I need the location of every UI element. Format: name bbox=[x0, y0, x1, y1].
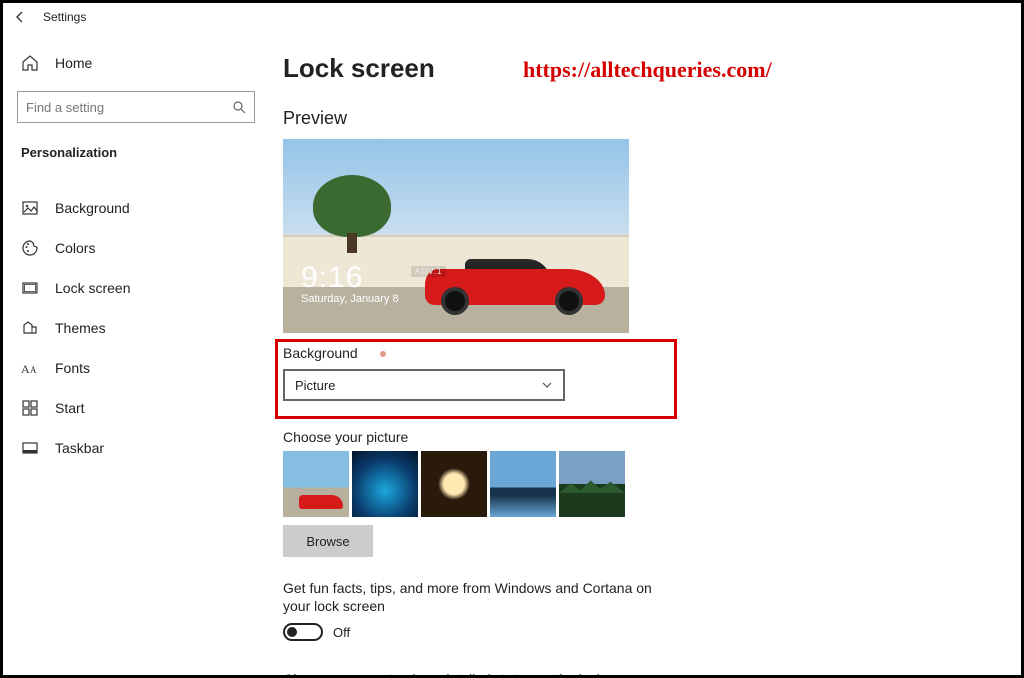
picture-thumbnail[interactable] bbox=[352, 451, 418, 517]
fun-facts-toggle[interactable] bbox=[283, 623, 323, 641]
preview-label: Preview bbox=[283, 108, 1021, 129]
lockscreen-preview: ADV.1 9:16 Saturday, January 8 bbox=[283, 139, 629, 333]
sidebar-item-label: Taskbar bbox=[55, 440, 104, 456]
nav: Background Colors Lock screen bbox=[17, 190, 255, 466]
sidebar-item-label: Fonts bbox=[55, 360, 90, 376]
preview-tree bbox=[313, 175, 391, 253]
picture-thumbnail[interactable] bbox=[559, 451, 625, 517]
fonts-icon: AA bbox=[21, 359, 39, 377]
sidebar-item-label: Themes bbox=[55, 320, 106, 336]
chevron-down-icon bbox=[541, 379, 553, 391]
home-icon bbox=[21, 54, 39, 72]
sidebar-item-background[interactable]: Background bbox=[17, 190, 255, 226]
sidebar-item-colors[interactable]: Colors bbox=[17, 230, 255, 266]
choose-picture-label: Choose your picture bbox=[283, 429, 1021, 445]
settings-window: Settings Home Personalization bbox=[0, 0, 1024, 678]
fun-facts-toggle-state: Off bbox=[333, 625, 350, 640]
search-box[interactable] bbox=[17, 91, 255, 123]
search-icon bbox=[232, 100, 246, 114]
preview-clock: 9:16 Saturday, January 8 bbox=[301, 261, 399, 305]
background-label: Background bbox=[283, 345, 358, 361]
thumbnail-row bbox=[283, 451, 1021, 517]
sidebar-item-themes[interactable]: Themes bbox=[17, 310, 255, 346]
search-input[interactable] bbox=[26, 100, 232, 115]
annotation-dot bbox=[380, 351, 386, 357]
back-icon[interactable] bbox=[13, 10, 29, 24]
fun-facts-toggle-row: Off bbox=[283, 623, 1021, 641]
taskbar-icon bbox=[21, 439, 39, 457]
overlay-url: https://alltechqueries.com/ bbox=[523, 57, 772, 83]
lockscreen-icon bbox=[21, 279, 39, 297]
preview-time: 9:16 bbox=[301, 261, 399, 295]
browse-button[interactable]: Browse bbox=[283, 525, 373, 557]
sidebar-item-home[interactable]: Home bbox=[17, 43, 255, 83]
sidebar-item-label: Start bbox=[55, 400, 85, 416]
background-dropdown[interactable]: Picture bbox=[283, 369, 565, 401]
body: Home Personalization Background bbox=[3, 31, 1021, 675]
titlebar: Settings bbox=[3, 3, 1021, 31]
sidebar-item-fonts[interactable]: AA Fonts bbox=[17, 350, 255, 386]
preview-car bbox=[425, 255, 605, 315]
sidebar-item-label: Colors bbox=[55, 240, 95, 256]
sidebar-section-label: Personalization bbox=[17, 145, 255, 160]
sidebar-item-label: Lock screen bbox=[55, 280, 130, 296]
status-app-label: Choose one app to show detailed status o… bbox=[283, 671, 663, 675]
sidebar-item-taskbar[interactable]: Taskbar bbox=[17, 430, 255, 466]
picture-icon bbox=[21, 199, 39, 217]
sidebar-item-label: Background bbox=[55, 200, 130, 216]
background-dropdown-value: Picture bbox=[295, 378, 335, 393]
sidebar: Home Personalization Background bbox=[3, 31, 263, 675]
preview-badge: ADV.1 bbox=[411, 266, 446, 277]
svg-text:A: A bbox=[21, 362, 30, 375]
start-icon bbox=[21, 399, 39, 417]
background-section: Background Picture bbox=[283, 345, 685, 401]
picture-thumbnail[interactable] bbox=[490, 451, 556, 517]
themes-icon bbox=[21, 319, 39, 337]
svg-text:A: A bbox=[30, 365, 37, 375]
app-title: Settings bbox=[43, 10, 86, 24]
sidebar-item-start[interactable]: Start bbox=[17, 390, 255, 426]
preview-date: Saturday, January 8 bbox=[301, 293, 399, 305]
sidebar-home-label: Home bbox=[55, 55, 92, 71]
picture-thumbnail[interactable] bbox=[283, 451, 349, 517]
picture-thumbnail[interactable] bbox=[421, 451, 487, 517]
fun-facts-label: Get fun facts, tips, and more from Windo… bbox=[283, 579, 663, 615]
sidebar-item-lockscreen[interactable]: Lock screen bbox=[17, 270, 255, 306]
main-content: Lock screen https://alltechqueries.com/ … bbox=[263, 31, 1021, 675]
palette-icon bbox=[21, 239, 39, 257]
